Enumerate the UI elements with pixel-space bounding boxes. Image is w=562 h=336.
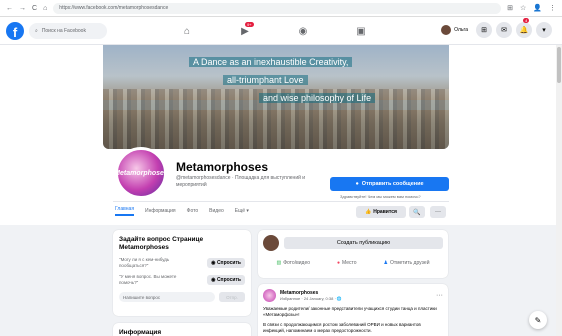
cover-photo[interactable]: A Dance as an inexhaustible Creativity, … xyxy=(103,45,449,149)
avatar xyxy=(263,235,279,251)
ask-card-title: Задайте вопрос Странице Metamorphoses xyxy=(119,236,204,251)
tab-about[interactable]: Информация xyxy=(145,208,176,214)
photo-icon: ▨ xyxy=(276,260,282,266)
ask-button-label: Спросить xyxy=(216,277,241,283)
avatar xyxy=(441,25,452,35)
profile-icon[interactable]: 👤 xyxy=(533,4,542,12)
ask-button-label: Спросить xyxy=(216,260,241,266)
bookmark-star-icon[interactable]: ☆ xyxy=(520,4,526,12)
create-post-card: Создать публикацию ▨ Фото/видео ● Место ♟ О… xyxy=(258,230,448,278)
back-icon[interactable]: ← xyxy=(6,5,13,12)
photo-video-label: Фото/видео xyxy=(283,260,311,266)
tag-person-icon: ♟ xyxy=(383,260,388,266)
reload-icon[interactable]: C xyxy=(32,5,37,12)
tab-photos[interactable]: Фото xyxy=(187,208,199,214)
watch-badge: 9+ xyxy=(245,21,254,27)
message-note: Здравствуйте! Чем мы можем вам помочь? xyxy=(340,194,421,199)
messenger-icon[interactable]: ✉ xyxy=(496,22,512,38)
page-subtitle: @metamorphosesdance · Площадка для высту… xyxy=(176,175,306,188)
send-message-button[interactable]: ● Отправить сообщение xyxy=(330,177,449,191)
post-meta: Избранное · 24 January, 0:38 · 🌐 xyxy=(280,296,342,301)
tab-videos[interactable]: Видео xyxy=(209,208,224,214)
account-dropdown-icon[interactable]: ▾ xyxy=(536,22,552,38)
cover-quote-line-3: and wise philosophy of Life xyxy=(259,93,376,103)
tag-friends-button[interactable]: ♟ Отметить друзей xyxy=(383,260,429,266)
page-title: Metamorphoses xyxy=(176,160,269,174)
watch-nav-icon[interactable]: ▶ 9+ xyxy=(238,21,254,37)
profile-logo-text: Metamorphoses xyxy=(114,169,168,177)
cover-quote-line-2: all-triumphant Love xyxy=(223,75,308,85)
suggested-question-2: "У меня вопрос. Вы можете помочь?" xyxy=(119,274,177,285)
ask-button-1[interactable]: ◉ Спросить xyxy=(207,258,245,268)
user-profile-chip[interactable]: Ольга xyxy=(441,25,468,35)
groups-nav-icon[interactable]: ◉ xyxy=(296,26,310,37)
messenger-icon: ● xyxy=(355,181,359,187)
gaming-nav-icon[interactable]: ▣ xyxy=(354,26,368,37)
tag-friends-label: Отметить друзей xyxy=(389,260,430,266)
header-divider xyxy=(113,201,449,202)
home-nav-icon[interactable]: ⌂ xyxy=(180,26,194,37)
notifications-icon[interactable]: 🔔 4 xyxy=(516,18,532,38)
post-text-2: В связи с продолжающимся ростом заболева… xyxy=(263,322,421,333)
post-more-icon[interactable]: ··· xyxy=(436,292,443,299)
search-icon: ⌕ xyxy=(35,27,38,34)
new-message-icon[interactable]: ✎ xyxy=(529,311,547,329)
page-tabs: Главная Информация Фото Видео Ещё ▾ xyxy=(115,204,249,218)
search-icon: 🔍 xyxy=(413,209,421,216)
extensions-icon[interactable]: ⊞ xyxy=(507,4,513,12)
thumbs-up-icon: 👍 xyxy=(365,209,372,215)
like-label: Нравится xyxy=(373,209,397,215)
facebook-logo[interactable]: f xyxy=(6,21,24,40)
avatar xyxy=(263,289,276,302)
page-profile-picture[interactable]: Metamorphoses xyxy=(114,147,168,199)
send-question-button[interactable]: Отпр. xyxy=(219,292,245,302)
facebook-header: f ⌕ Поиск на Facebook ⌂ ▶ 9+ ◉ ▣ Ольга ⊞ … xyxy=(0,17,562,45)
tab-more[interactable]: Ещё ▾ xyxy=(235,208,249,214)
url-text: https://www.facebook.com/metamorphosesda… xyxy=(59,5,169,11)
info-card-title: Информация xyxy=(119,329,162,336)
page-search-button[interactable]: 🔍 xyxy=(409,206,425,218)
scrollbar-thumb[interactable] xyxy=(557,47,561,83)
like-page-button[interactable]: 👍 Нравится xyxy=(356,206,406,218)
address-bar[interactable]: https://www.facebook.com/metamorphosesda… xyxy=(53,2,502,14)
question-input[interactable]: Напишите вопрос xyxy=(119,292,215,302)
location-button[interactable]: ● Место xyxy=(337,260,357,266)
notifications-badge: 4 xyxy=(523,18,530,23)
more-icon: ··· xyxy=(435,209,441,215)
send-message-label: Отправить сообщение xyxy=(361,181,424,187)
search-input[interactable]: ⌕ Поиск на Facebook xyxy=(29,22,107,39)
cover-quote-line-1: A Dance as an inexhaustible Creativity, xyxy=(189,57,353,67)
browser-toolbar: ← → C ⌂ https://www.facebook.com/metamor… xyxy=(0,0,562,17)
post-text-1: Уважаемые родители/ законные представите… xyxy=(263,306,437,317)
search-placeholder: Поиск на Facebook xyxy=(41,27,86,34)
location-pin-icon: ● xyxy=(336,260,340,266)
info-card: Информация xyxy=(113,323,251,336)
page-more-button[interactable]: ··· xyxy=(430,206,446,218)
home-icon[interactable]: ⌂ xyxy=(43,5,47,12)
ask-question-card: Задайте вопрос Странице Metamorphoses "М… xyxy=(113,230,251,316)
menu-grid-icon[interactable]: ⊞ xyxy=(476,22,492,38)
scrollbar[interactable] xyxy=(556,45,562,336)
forward-icon[interactable]: → xyxy=(19,5,26,12)
tab-home[interactable]: Главная xyxy=(115,206,135,216)
browser-menu-icon[interactable]: ⋮ xyxy=(549,4,556,12)
location-label: Место xyxy=(341,260,357,266)
photo-video-button[interactable]: ▨ Фото/видео xyxy=(276,260,310,266)
create-post-button[interactable]: Создать публикацию xyxy=(284,237,443,249)
ask-button-2[interactable]: ◉ Спросить xyxy=(207,275,245,285)
user-name: Ольга xyxy=(454,27,468,33)
suggested-question-1: "Могу ли я с кем-нибудь пообщаться?" xyxy=(119,257,170,268)
feed-post: Metamorphoses Избранное · 24 January, 0:… xyxy=(258,284,448,336)
